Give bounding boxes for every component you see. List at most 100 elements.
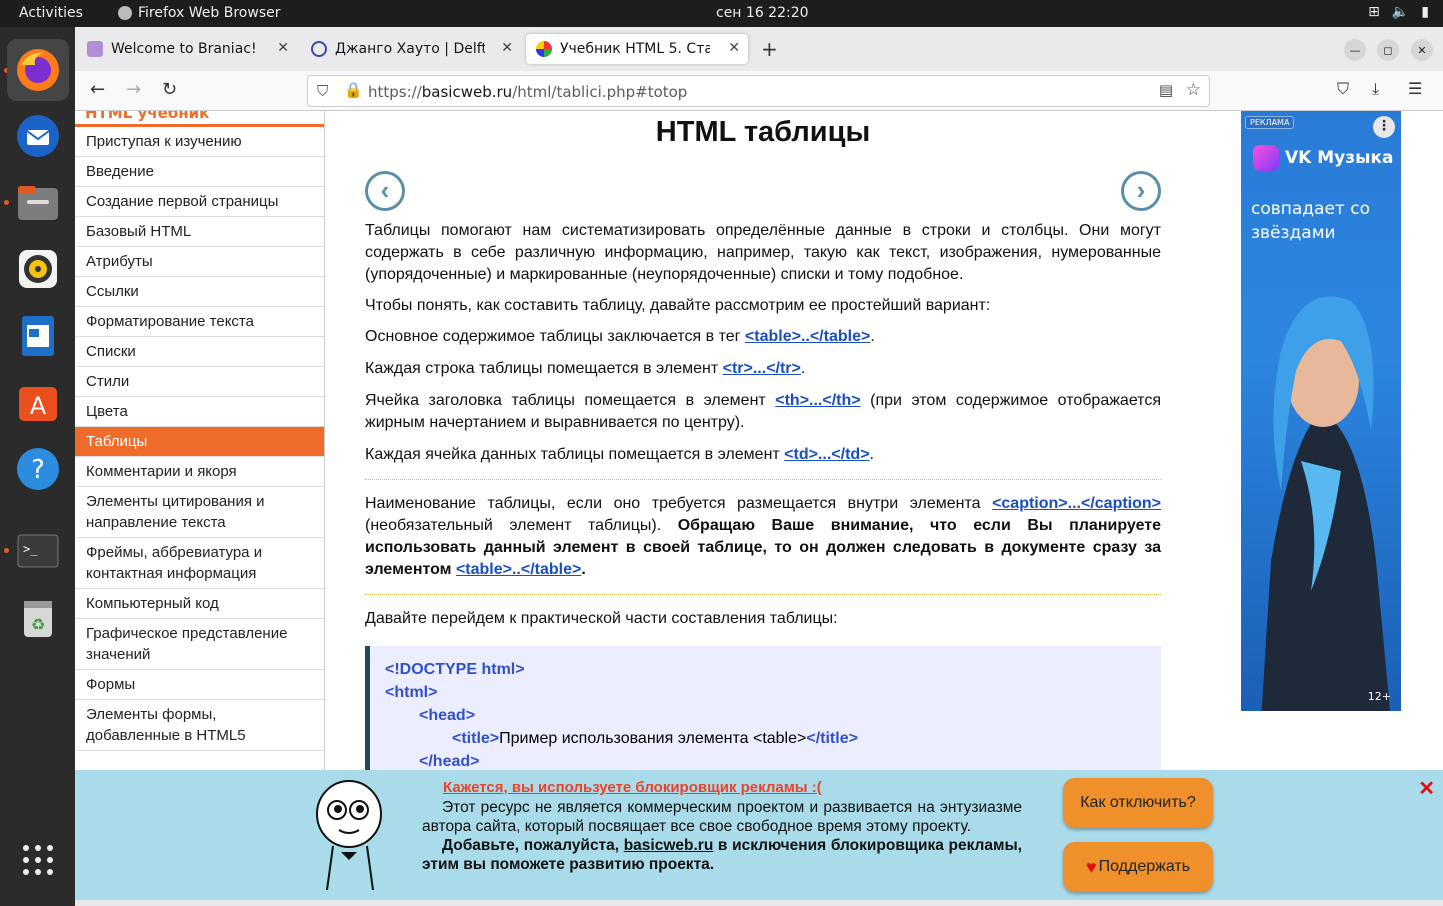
close-icon[interactable]: ✕	[728, 40, 740, 56]
sidebar-item[interactable]: Формы	[75, 670, 324, 700]
code-line: <head>	[419, 707, 476, 724]
code-line: <html>	[385, 684, 438, 701]
files-icon[interactable]	[7, 172, 69, 234]
shield-icon[interactable]: ⛉	[317, 82, 328, 100]
tag-link[interactable]: <td>...</td>	[784, 446, 869, 463]
app-center-icon[interactable]: A	[7, 371, 69, 433]
tag-link[interactable]: <table>..</table>	[456, 561, 581, 578]
advertisement[interactable]: РЕКЛАМА ⋮ VK Музыка совпадает со звёздам…	[1241, 111, 1401, 711]
prev-arrow-icon[interactable]: ‹	[365, 171, 405, 211]
heart-icon: ♥	[1085, 856, 1097, 877]
minimize-button[interactable]: —	[1344, 39, 1366, 61]
writer-icon[interactable]	[7, 305, 69, 367]
pocket-icon[interactable]: ⛉	[1337, 79, 1349, 99]
sidebar-item[interactable]: Списки	[75, 337, 324, 367]
tab-html-tutorial[interactable]: Учебник HTML 5. Статья ✕	[526, 34, 748, 64]
page-footer-strip	[75, 900, 1443, 906]
ad-person-image	[1261, 296, 1391, 711]
new-tab-button[interactable]: +	[761, 37, 778, 61]
terminal-icon[interactable]: >_	[7, 520, 69, 582]
sidebar-item[interactable]: Приступая к изучению	[75, 127, 324, 157]
tag-link[interactable]: <caption>...</caption>	[992, 495, 1161, 512]
dock: A ? >_ ♻	[0, 27, 75, 906]
svg-text:>_: >_	[23, 542, 38, 556]
next-arrow-icon[interactable]: ›	[1121, 171, 1161, 211]
sidebar-item[interactable]: Графическое представление значений	[75, 619, 324, 670]
app-grid-icon[interactable]	[7, 829, 69, 891]
sidebar-item[interactable]: Базовый HTML	[75, 217, 324, 247]
paragraph: Наименование таблицы, если оно требуется…	[365, 495, 1161, 578]
ad-brand: VK Музыка	[1253, 145, 1394, 171]
sidebar-item[interactable]: Форматирование текста	[75, 307, 324, 337]
forward-button[interactable]: →	[126, 79, 141, 100]
battery-icon: ▮	[1421, 4, 1429, 20]
volume-icon: 🔈	[1391, 4, 1410, 20]
tag-link[interactable]: <tr>...</tr>	[723, 360, 801, 377]
sidebar-item[interactable]: Цвета	[75, 397, 324, 427]
svg-text:A: A	[30, 392, 47, 420]
menu-icon[interactable]: ☰	[1408, 79, 1422, 98]
close-icon[interactable]: ✕	[501, 40, 513, 56]
activities-button[interactable]: Activities	[19, 5, 83, 21]
ad-slogan: совпадает со звёздами	[1251, 199, 1370, 243]
sidebar-item[interactable]: Элементы цитирования и направление текст…	[75, 487, 324, 538]
sidebar-item[interactable]: Компьютерный код	[75, 589, 324, 619]
code-example: <!DOCTYPE html> <html> <head> <title>При…	[365, 646, 1161, 776]
clock[interactable]: сен 16 22:20	[716, 5, 809, 21]
tag-link[interactable]: <table>..</table>	[745, 328, 870, 345]
support-button[interactable]: ♥ Поддержать	[1063, 842, 1213, 892]
sidebar-item[interactable]: Ссылки	[75, 277, 324, 307]
tab-label: Джанго Хауто | Delft Sta	[335, 41, 485, 57]
back-button[interactable]: ←	[90, 79, 105, 100]
reload-button[interactable]: ↻	[162, 79, 177, 100]
reader-view-icon[interactable]: ▤	[1159, 81, 1173, 99]
site-link[interactable]: basicweb.ru	[624, 837, 714, 854]
bookmark-star-icon[interactable]: ☆	[1186, 80, 1201, 100]
paragraph: Давайте перейдем к практической части со…	[365, 610, 838, 627]
article: HTML таблицы ‹ › Таблицы помогают нам си…	[365, 111, 1161, 639]
adblock-message: Этот ресурс не является коммерческим про…	[422, 799, 1022, 873]
flask-icon	[87, 41, 103, 57]
sidebar-item[interactable]: Создание первой страницы	[75, 187, 324, 217]
sidebar-item[interactable]: Атрибуты	[75, 247, 324, 277]
address-bar[interactable]: ⛉ 🔒 https://basicweb.ru/html/tablici.php…	[307, 75, 1210, 107]
lock-icon[interactable]: 🔒	[344, 81, 363, 99]
sidebar-item[interactable]: Элементы формы, добавленные в HTML5	[75, 700, 324, 751]
page-title: HTML таблицы	[655, 116, 871, 148]
close-icon[interactable]: ✕	[277, 40, 289, 56]
adblock-title[interactable]: Кажется, вы используете блокировщик рекл…	[443, 779, 822, 796]
maximize-button[interactable]: ◻	[1377, 39, 1399, 61]
sidebar-item[interactable]: Таблицы	[75, 427, 324, 457]
how-to-disable-button[interactable]: Как отключить?	[1063, 778, 1213, 828]
divider	[365, 479, 1161, 480]
url-text[interactable]: https://basicweb.ru/html/tablici.php#tot…	[368, 83, 687, 101]
sidebar-item[interactable]: Фреймы, аббревиатура и контактная информ…	[75, 538, 324, 589]
tag-link[interactable]: <th>...</th>	[775, 392, 860, 409]
system-top-bar: Activities Firefox Web Browser сен 16 22…	[0, 0, 1443, 27]
network-icon: ⊞	[1368, 4, 1380, 20]
system-tray[interactable]: ⊞ 🔈 ▮	[1368, 4, 1429, 20]
web-page: HTML учебник Приступая к изучению Введени…	[75, 111, 1443, 906]
sidebar-item[interactable]: Комментарии и якоря	[75, 457, 324, 487]
sidebar-item[interactable]: Стили	[75, 367, 324, 397]
adblock-notice: Кажется, вы используете блокировщик рекл…	[75, 770, 1443, 900]
ad-options-icon[interactable]: ⋮	[1373, 116, 1395, 138]
firefox-icon[interactable]	[7, 39, 69, 101]
code-line: </head>	[419, 753, 480, 770]
paragraph: Чтобы понять, как составить таблицу, дав…	[365, 297, 991, 314]
rhythmbox-icon[interactable]	[7, 238, 69, 300]
divider	[365, 594, 1161, 595]
trash-icon[interactable]: ♻	[7, 587, 69, 649]
tab-delft[interactable]: Джанго Хауто | Delft Sta ✕	[301, 34, 521, 64]
sidebar-item[interactable]: Введение	[75, 157, 324, 187]
svg-text:♻: ♻	[31, 615, 45, 634]
app-menu[interactable]: Firefox Web Browser	[118, 5, 281, 21]
close-notice-icon[interactable]: ✕	[1418, 776, 1435, 801]
close-window-button[interactable]: ✕	[1411, 39, 1433, 61]
sidebar-heading: HTML учебник	[75, 111, 324, 127]
tab-braniac[interactable]: Welcome to Braniac! ✕	[77, 34, 297, 64]
downloads-icon[interactable]: ⤓	[1372, 79, 1379, 99]
thunderbird-icon[interactable]	[7, 105, 69, 167]
help-icon[interactable]: ?	[7, 438, 69, 500]
site-icon	[536, 41, 552, 57]
